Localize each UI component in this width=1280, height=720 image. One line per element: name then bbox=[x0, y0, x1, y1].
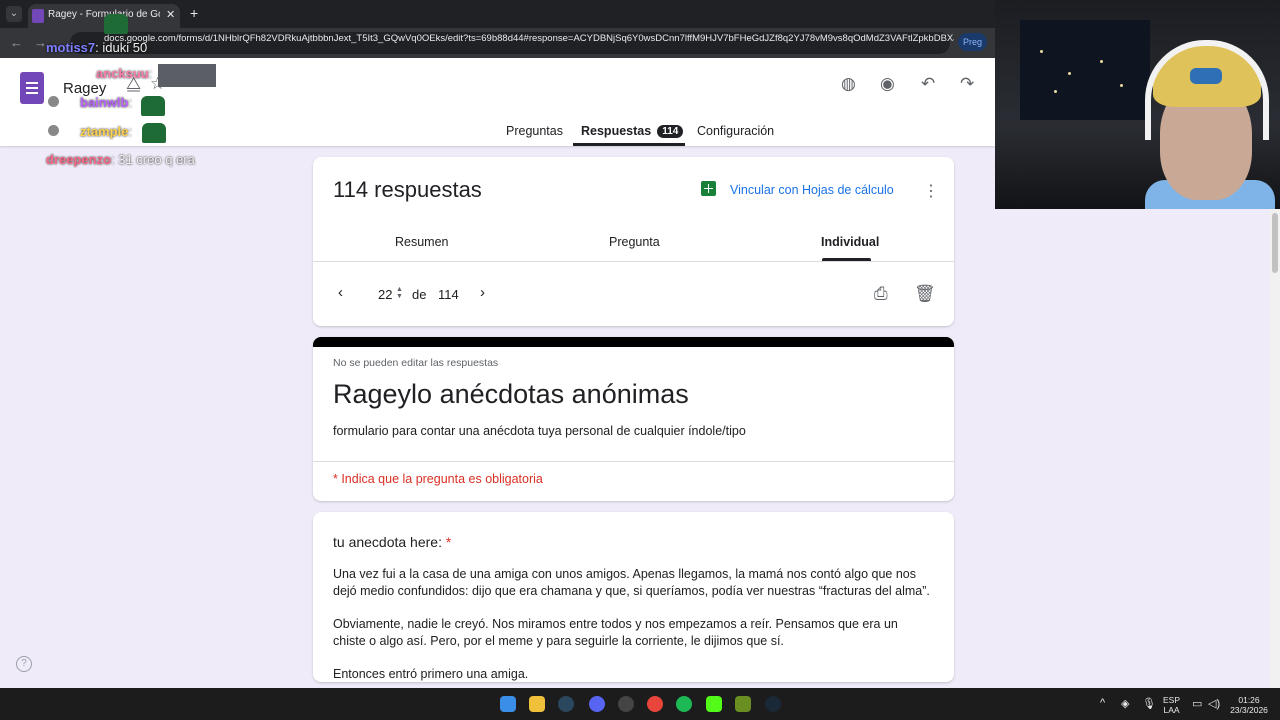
divider bbox=[313, 461, 954, 462]
tab-configuracion-label: Configuración bbox=[697, 124, 775, 138]
clock-date: 23/3/2026 bbox=[1230, 705, 1268, 715]
browser-tab-strip: ⌄ Ragey - Formulario de Google ✕ + bbox=[0, 0, 995, 28]
preview-eye-icon[interactable]: ◉ bbox=[880, 74, 895, 94]
more-options-icon[interactable]: ⋮ bbox=[923, 181, 939, 201]
tab-respuestas-label: Respuestas bbox=[581, 124, 652, 138]
chat-emote-icon bbox=[104, 14, 128, 34]
start-icon[interactable] bbox=[500, 696, 516, 712]
responses-title: 114 respuestas bbox=[333, 177, 482, 202]
chat-badge-icon bbox=[48, 125, 59, 136]
answer-paragraph: Obviamente, nadie le creyó. Nos miramos … bbox=[333, 617, 898, 648]
tab-preguntas-label: Preguntas bbox=[506, 124, 563, 138]
forms-logo-icon[interactable] bbox=[20, 72, 44, 104]
tray-app-icon[interactable]: ◈ bbox=[1121, 697, 1129, 710]
chat-text: : bbox=[128, 124, 133, 139]
responses-card: 114 respuestas Vincular con Hojas de cál… bbox=[313, 157, 954, 326]
delete-icon[interactable]: 🗑 bbox=[914, 284, 936, 304]
chat-text: : 31 creo q era bbox=[111, 152, 195, 167]
clock-time: 01:26 bbox=[1238, 695, 1260, 705]
volume-icon[interactable]: ◁) bbox=[1208, 697, 1220, 710]
divider bbox=[313, 261, 954, 262]
chat-message: ztample: bbox=[80, 124, 132, 139]
required-note: * Indica que la pregunta es obligatoria bbox=[333, 472, 543, 486]
chrome-icon[interactable] bbox=[647, 696, 663, 712]
subtab-resumen[interactable]: Resumen bbox=[395, 235, 449, 261]
tab-close-icon[interactable]: ✕ bbox=[166, 8, 175, 21]
network-icon[interactable]: ▭ bbox=[1192, 697, 1202, 710]
form-header-card: No se pueden editar las respuestas Ragey… bbox=[313, 337, 954, 501]
chrome-chip[interactable]: Preg bbox=[958, 33, 988, 51]
question-label: tu anecdota here: * bbox=[333, 534, 451, 550]
tray-chevron-icon[interactable]: ^ bbox=[1100, 697, 1105, 709]
tab-respuestas[interactable]: Respuestas 114 bbox=[573, 124, 685, 146]
steam-icon[interactable] bbox=[765, 696, 781, 712]
chat-username: dreepenzo bbox=[46, 152, 112, 167]
form-heading: Rageylo anécdotas anónimas bbox=[333, 379, 689, 409]
taskbar: ^ ◈ 🎙 ESP LAA ▭ ◁) 01:26 23/3/2026 bbox=[0, 688, 1280, 720]
file-explorer-icon[interactable] bbox=[529, 696, 545, 712]
next-response-icon[interactable]: › bbox=[480, 284, 485, 301]
lang-layout: LAA bbox=[1163, 705, 1180, 715]
link-sheets-button[interactable]: Vincular con Hojas de cálculo bbox=[730, 183, 894, 197]
page-scrollbar[interactable] bbox=[1270, 209, 1280, 689]
chat-text: : bbox=[148, 66, 153, 81]
print-icon[interactable]: ⎙ bbox=[874, 284, 888, 304]
back-icon[interactable]: ← bbox=[10, 35, 23, 50]
no-edit-notice: No se pueden editar las respuestas bbox=[333, 357, 499, 369]
chat-text: : iduki 50 bbox=[95, 40, 148, 55]
language-indicator[interactable]: ESP LAA bbox=[1163, 695, 1180, 715]
spotify-icon[interactable] bbox=[676, 696, 692, 712]
chat-emote-icon bbox=[141, 96, 165, 116]
help-icon[interactable]: ? bbox=[16, 656, 32, 672]
chat-text: : bbox=[128, 95, 133, 110]
answer-paragraph: Entonces entró primero una amiga. bbox=[333, 667, 529, 681]
tab-configuracion[interactable]: Configuración bbox=[697, 124, 774, 146]
chat-username: ztample bbox=[80, 124, 129, 139]
spinner-arrows-icon[interactable]: ▲ ▼ bbox=[396, 286, 403, 300]
chat-username: motiss7 bbox=[46, 40, 96, 55]
new-tab-icon[interactable]: + bbox=[190, 5, 198, 21]
webcam-headset bbox=[1145, 40, 1269, 140]
lang-code: ESP bbox=[1163, 695, 1181, 705]
kick-icon[interactable] bbox=[706, 696, 722, 712]
chat-message: ancksuu: bbox=[96, 66, 152, 81]
chat-username: ancksuu bbox=[96, 66, 149, 81]
form-description: formulario para contar una anécdota tuya… bbox=[333, 424, 746, 438]
answer-paragraph: Una vez fui a la casa de una amiga con u… bbox=[333, 567, 930, 598]
pager-total: 114 bbox=[438, 287, 459, 302]
minecraft-icon[interactable] bbox=[735, 696, 751, 712]
previous-response-icon[interactable]: ‹ bbox=[338, 284, 343, 301]
chat-message: bainwlb: bbox=[80, 95, 132, 110]
responses-count-badge: 114 bbox=[657, 125, 684, 138]
sheets-icon[interactable] bbox=[701, 181, 716, 196]
microphone-icon[interactable]: 🎙 bbox=[1142, 697, 1156, 710]
webcam-window bbox=[1020, 20, 1150, 120]
chat-emote-icon bbox=[142, 123, 166, 143]
chat-message: motiss7: iduki 50 bbox=[46, 40, 147, 55]
forms-favicon-icon bbox=[32, 9, 44, 23]
discord-icon[interactable] bbox=[589, 696, 605, 712]
pager-of-label: de bbox=[412, 287, 427, 302]
palette-icon[interactable]: ◍ bbox=[841, 74, 856, 94]
subtab-pregunta[interactable]: Pregunta bbox=[609, 235, 660, 261]
webcam-overlay bbox=[995, 0, 1280, 209]
response-number-input[interactable]: 22 bbox=[378, 287, 392, 302]
tab-preguntas[interactable]: Preguntas bbox=[506, 124, 563, 146]
steam-icon[interactable] bbox=[558, 696, 574, 712]
question-text: tu anecdota here: bbox=[333, 534, 442, 550]
scroll-thumb[interactable] bbox=[1272, 213, 1278, 273]
required-mark: * bbox=[445, 534, 452, 550]
obs-icon[interactable] bbox=[618, 696, 634, 712]
chat-emote-image bbox=[158, 64, 216, 87]
tab-search-icon[interactable]: ⌄ bbox=[6, 6, 22, 22]
chat-badge-icon bbox=[48, 96, 59, 107]
chat-message: dreepenzo: 31 creo q era bbox=[46, 152, 195, 167]
chat-username: bainwlb bbox=[80, 95, 129, 110]
url-text[interactable]: docs.google.com/forms/d/1NHblrQFh82VDRku… bbox=[104, 33, 954, 44]
question-card: tu anecdota here: * Una vez fui a la cas… bbox=[313, 512, 954, 682]
clock[interactable]: 01:26 23/3/2026 bbox=[1227, 695, 1271, 715]
undo-icon[interactable]: ↶ bbox=[921, 74, 935, 94]
redo-icon[interactable]: ↷ bbox=[960, 74, 974, 94]
